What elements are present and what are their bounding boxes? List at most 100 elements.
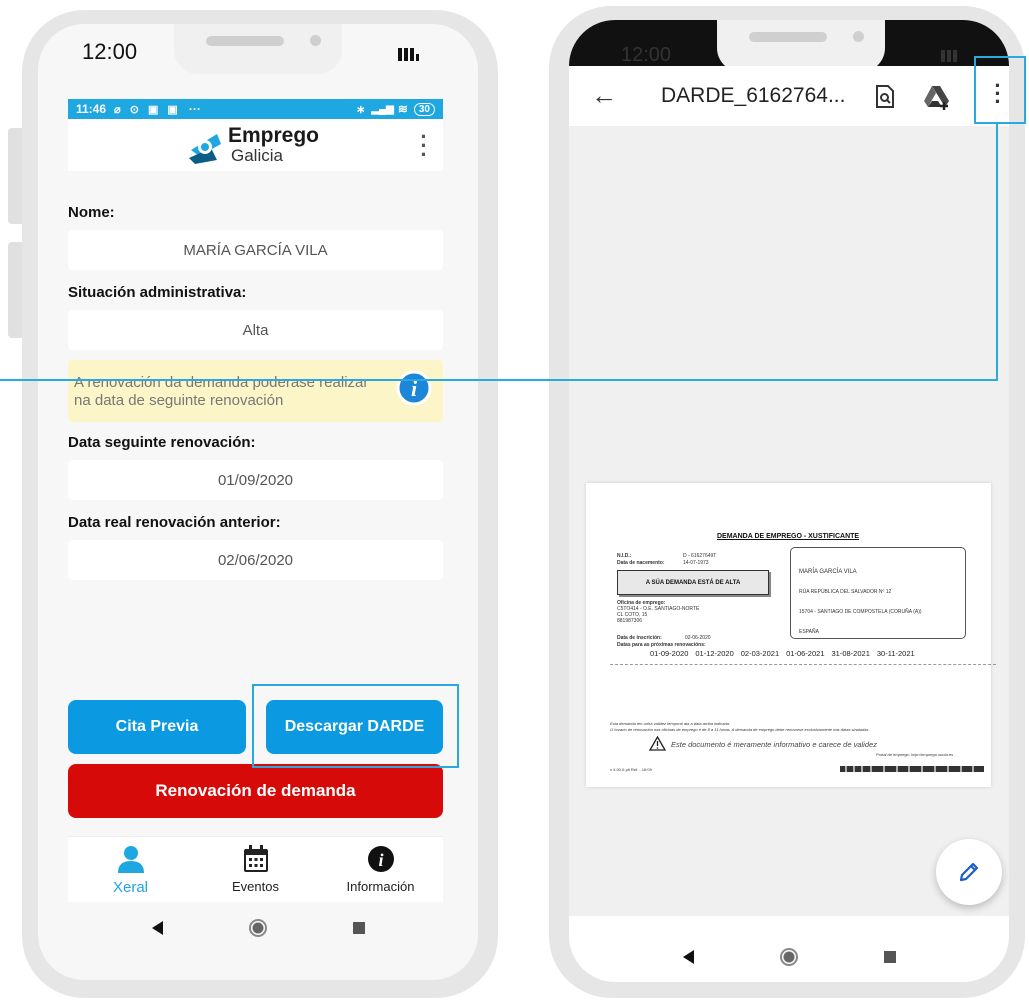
edit-fab[interactable] (936, 839, 1002, 905)
composite-stage: 12:00 11:46 ⌀ ⊙ ▣ ▣ ··· ∗ ▂▄▆ ≋ 30 Empre… (0, 0, 1029, 1004)
renewal-date: 30-11-2021 (876, 649, 915, 658)
android-status-bar: 11:46 ⌀ ⊙ ▣ ▣ ··· ∗ ▂▄▆ ≋ 30 (68, 99, 443, 119)
field-value-anterior: 02/06/2020 (68, 540, 443, 580)
connector-line-vertical (996, 124, 998, 380)
doc-address-line: 15704 - SANTIAGO DE COMPOSTELA (CORUÑA (… (799, 609, 922, 615)
highlight-box-menu (974, 56, 1026, 124)
doc-nif-label: N.I.D.: (617, 553, 632, 559)
svg-text:i: i (378, 850, 383, 870)
add-to-drive-icon[interactable] (923, 84, 951, 110)
system-navigation (38, 908, 478, 948)
renewal-date: 01-09-2020 (650, 649, 689, 658)
doc-birth-label: Data de nacemento: (617, 560, 665, 566)
warning-triangle-icon (649, 736, 666, 751)
home-circle-icon[interactable] (779, 948, 798, 966)
cita-previa-button[interactable]: Cita Previa (68, 700, 246, 754)
pdf-toolbar: ← DARDE_6162764... · · · (569, 66, 1009, 126)
file-title: DARDE_6162764... (661, 84, 846, 107)
doc-inscription-value: 02-06-2020 (685, 635, 711, 641)
home-circle-icon[interactable] (248, 919, 267, 937)
doc-title: DEMANDA DE EMPREGO - XUSTIFICANTE (717, 533, 860, 540)
pencil-icon (959, 862, 979, 882)
info-message-box: A renovación da demanda poderase realiza… (68, 360, 443, 422)
doc-note: Esta demanda ten unha validez temporal a… (610, 721, 731, 726)
nav-tab-eventos[interactable]: Eventos (196, 845, 316, 894)
pdf-viewer-screen: 12:00 ← DARDE_6162764... · · · DEMANDA DE … (569, 20, 1009, 982)
pdf-page: DEMANDA DE EMPREGO - XUSTIFICANTE N.I.D.… (586, 483, 996, 787)
nav-label: Eventos (232, 879, 279, 894)
doc-address-line: RÚA REPÚBLICA DEL SALVADOR Nº 12 (799, 589, 892, 595)
front-camera (310, 35, 321, 46)
nav-tab-xeral[interactable]: Xeral (71, 845, 191, 896)
doc-renewals-label: Datas para as próximas renovacións: (617, 642, 706, 648)
barcode-icon (840, 766, 984, 772)
renewal-date: 01-06-2021 (786, 649, 825, 658)
phone-notch (174, 24, 342, 74)
back-arrow-icon[interactable]: ← (591, 80, 617, 111)
app-screen: 12:00 11:46 ⌀ ⊙ ▣ ▣ ··· ∗ ▂▄▆ ≋ 30 Empre… (38, 24, 478, 980)
pdf-canvas: DEMANDA DE EMPREGO - XUSTIFICANTE N.I.D.… (569, 126, 1009, 916)
doc-dashed-separator (610, 664, 996, 665)
renovacion-demanda-button[interactable]: Renovación de demanda (68, 764, 443, 818)
nav-tab-informacion[interactable]: i Información (321, 845, 441, 894)
status-notification-icons: ⌀ ⊙ ▣ ▣ (114, 103, 181, 116)
bottom-navigation: Xeral Eventos i Información (68, 836, 443, 902)
logo-subtitle: Galicia (231, 146, 283, 165)
doc-status-box: A SÚA DEMANDA ESTÁ DE ALTA (617, 570, 769, 595)
status-time: 11:46 (76, 102, 107, 116)
back-triangle-icon[interactable] (682, 950, 694, 964)
field-value-nome: MARÍA GARCÍA VILA (68, 230, 443, 270)
doc-inscription-label: Data de inscrición: (617, 635, 662, 641)
renewal-date: 01-12-2020 (695, 649, 734, 658)
doc-address-line: ESPAÑA (799, 629, 819, 635)
nav-label: Información (346, 879, 415, 894)
system-navigation (569, 937, 1009, 977)
battery-badge: 30 (413, 102, 435, 116)
doc-portal-url: Portal de emprego: http://emprego.xunta.… (876, 752, 954, 757)
device-clock: 12:00 (82, 39, 138, 64)
signal-icon (398, 48, 419, 61)
recents-square-icon[interactable] (883, 951, 896, 963)
doc-disclaimer: Este documento é meramente informativo e… (671, 740, 877, 749)
back-triangle-icon[interactable] (151, 921, 163, 935)
doc-status-text: A SÚA DEMANDA ESTÁ DE ALTA (645, 579, 741, 586)
emprego-galicia-logo-icon (189, 134, 221, 164)
doc-note: O horario de renovación nas oficinas de … (610, 727, 869, 732)
field-label-anterior: Data real renovación anterior: (68, 514, 281, 531)
doc-footer-left: v 4.00.0-pit Ref. - 16:09 (610, 767, 652, 772)
nav-label: Xeral (112, 879, 149, 896)
field-label-situacion: Situación administrativa: (68, 284, 247, 301)
info-icon: i (367, 846, 394, 872)
speaker-grille (749, 32, 827, 42)
renewal-date: 31-08-2021 (831, 649, 870, 658)
speaker-grille (206, 36, 284, 46)
doc-renewal-dates: 01-09-2020 01-12-2020 02-03-2021 01-06-2… (650, 649, 915, 658)
signal-icon: ▂▄▆ (371, 103, 394, 115)
renewal-date: 02-03-2021 (740, 649, 780, 658)
info-bubble-icon: i (396, 370, 432, 406)
device-clock: 12:00 (621, 44, 672, 66)
bluetooth-icon: ∗ (356, 103, 366, 116)
highlight-box-descargar (252, 684, 459, 768)
overflow-menu-icon[interactable]: · · · (420, 126, 428, 166)
field-value-situacion: Alta (68, 310, 443, 350)
calendar-icon (243, 845, 268, 872)
search-document-icon[interactable] (875, 85, 895, 109)
recents-square-icon[interactable] (352, 922, 365, 934)
app-header: Emprego Galicia · · · (68, 119, 443, 171)
doc-birth-value: 14-07-1973 (683, 560, 709, 566)
front-camera (853, 31, 864, 42)
wifi-icon: ≋ (397, 102, 408, 116)
doc-address-line: MARÍA GARCÍA VILA (799, 569, 857, 575)
field-label-nome: Nome: (68, 204, 115, 221)
logo-title: Emprego (228, 124, 320, 147)
field-label-seguinte: Data seguinte renovación: (68, 434, 256, 451)
connector-line-horizontal (0, 379, 998, 381)
field-value-seguinte: 01/09/2020 (68, 460, 443, 500)
person-icon (117, 846, 144, 873)
doc-nif-value: D - 61627649T (683, 553, 717, 559)
status-more: ··· (188, 102, 201, 116)
phone-notch (717, 20, 885, 72)
signal-icon (941, 50, 957, 62)
doc-office-line: 881987306 (617, 618, 643, 624)
